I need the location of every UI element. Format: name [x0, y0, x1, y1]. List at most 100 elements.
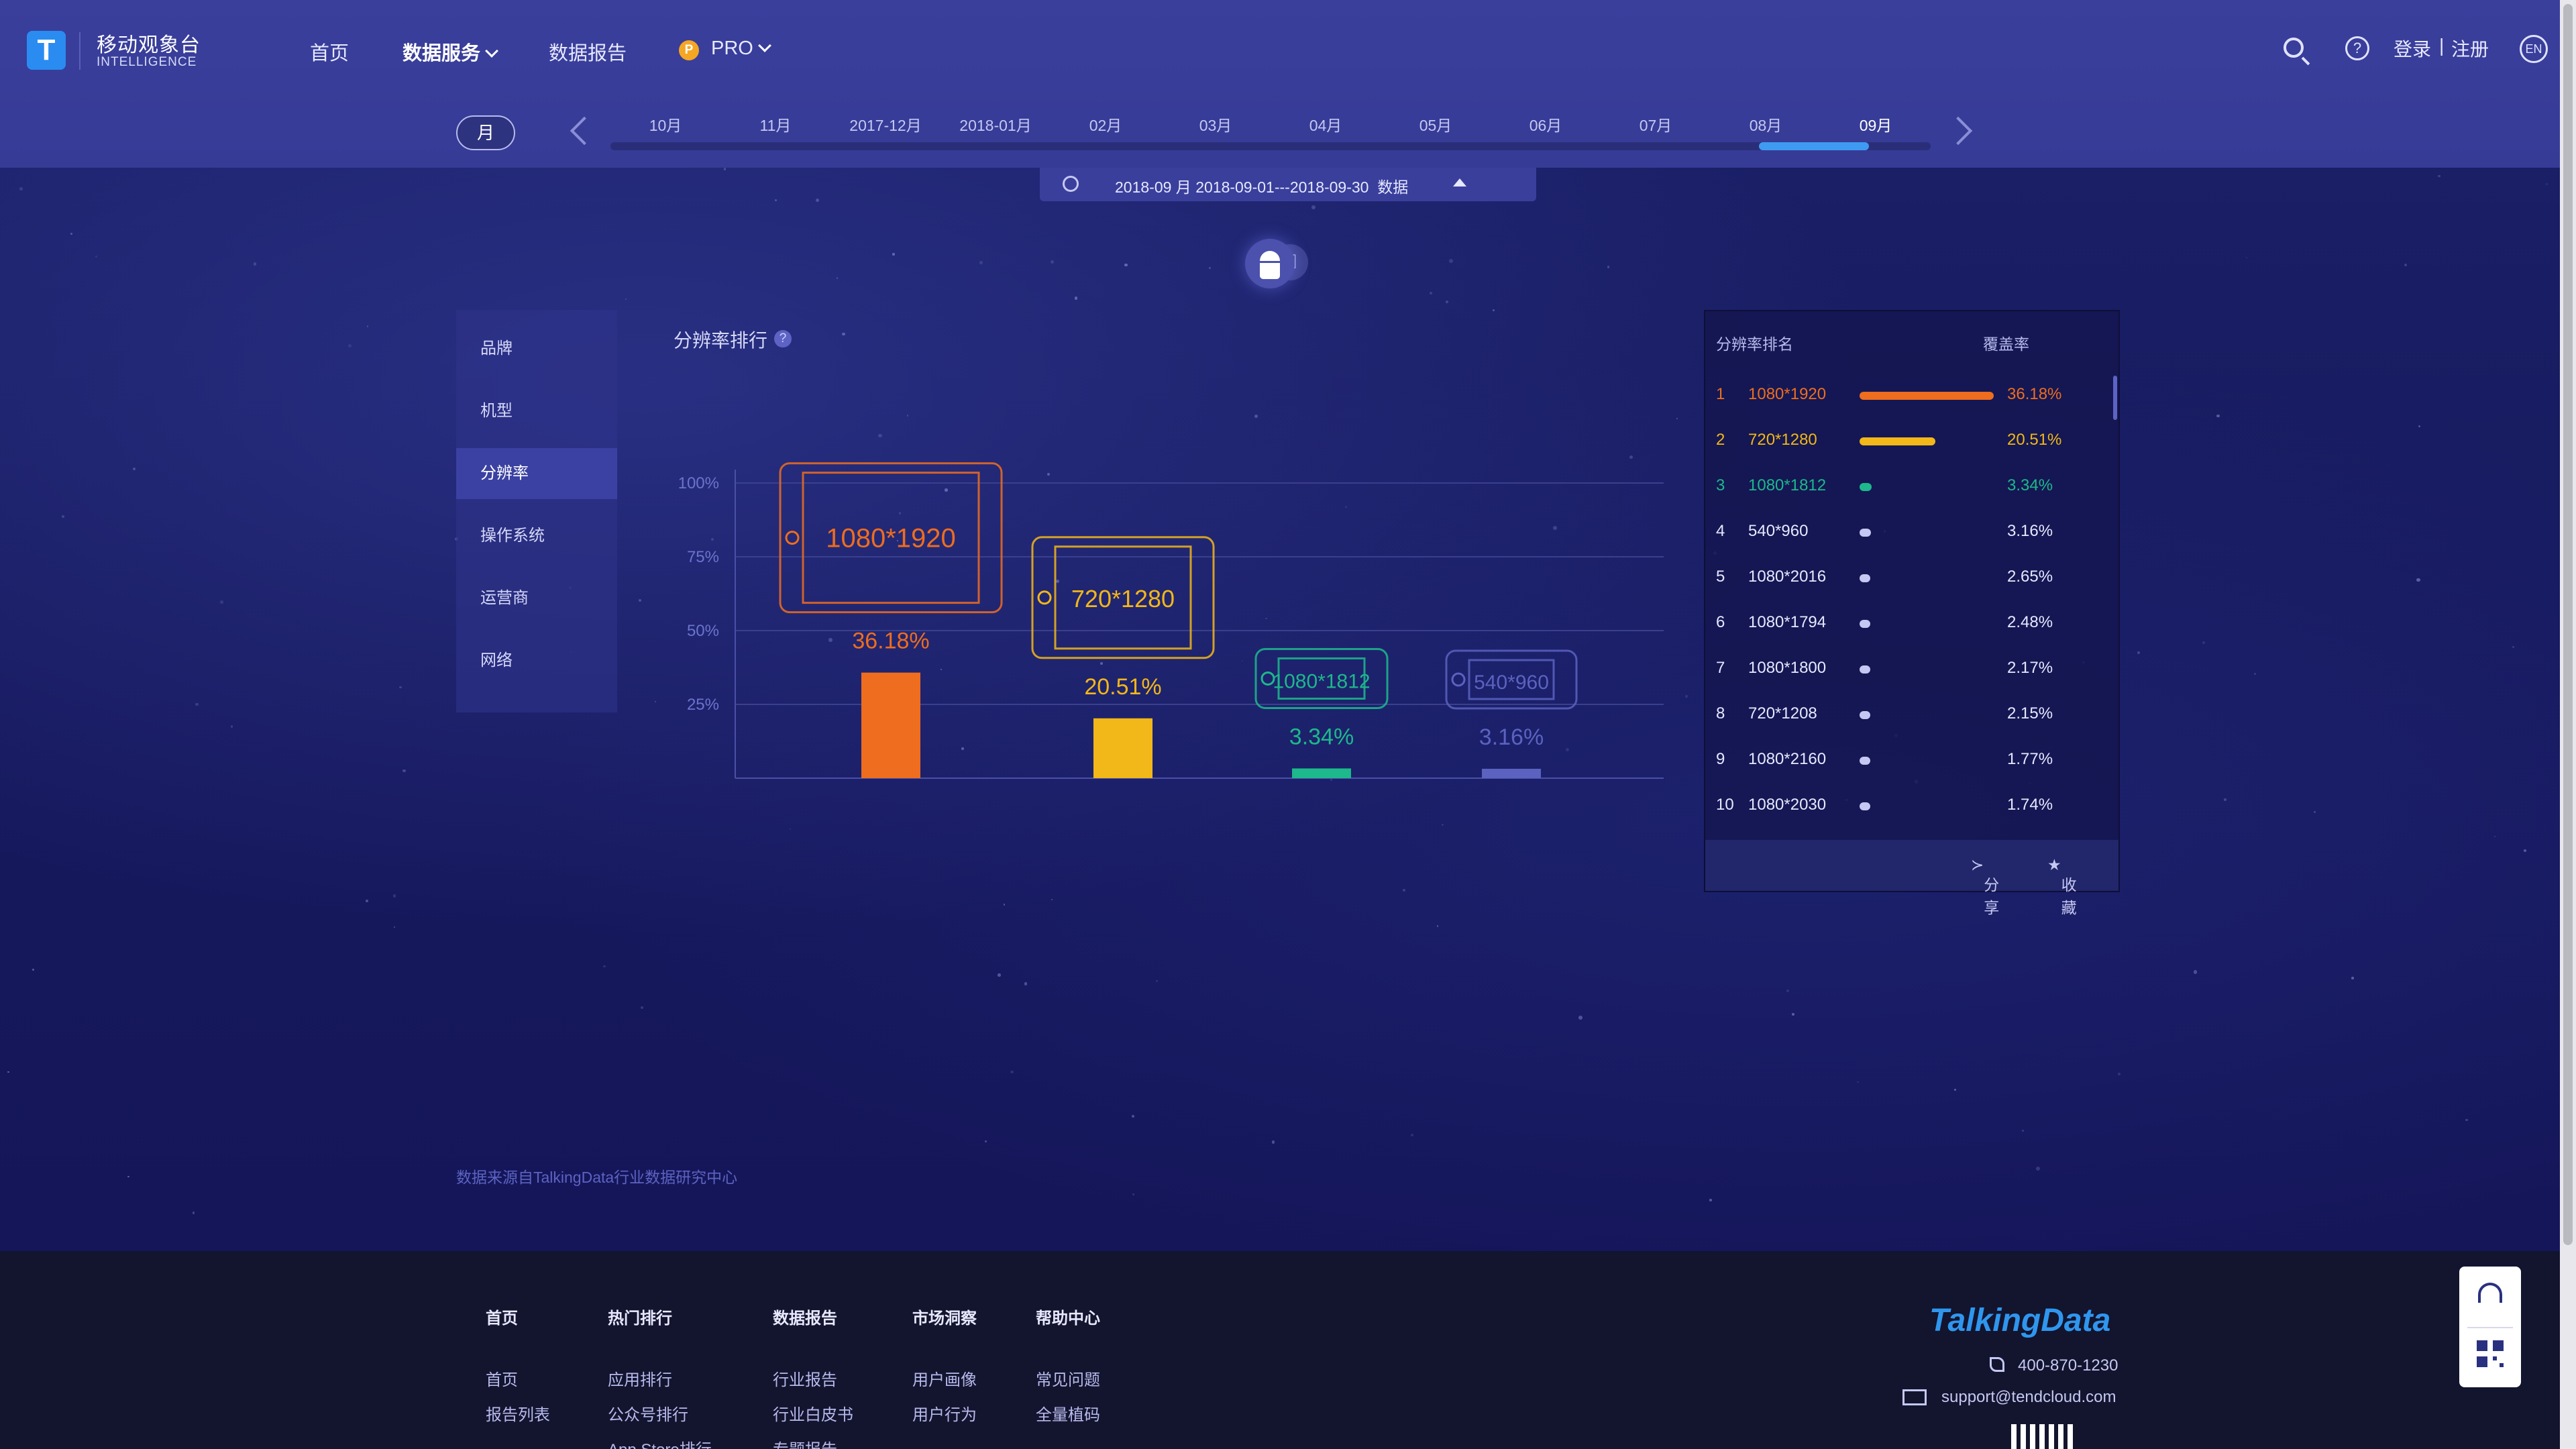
timeline-month[interactable]: 09月 [1821, 113, 1931, 136]
chevron-down-icon [485, 44, 498, 58]
talkingdata-logo[interactable]: TalkingData [1929, 1302, 2110, 1339]
caret-up-icon [1453, 178, 1466, 186]
ranking-row[interactable]: 4 540*960 3.16% [1705, 508, 2108, 554]
menu-item-network[interactable]: 网络 [456, 635, 617, 686]
footer-link[interactable]: 全量植码 [1036, 1401, 1100, 1425]
star-dot [979, 261, 983, 264]
bar [1482, 769, 1541, 778]
footer-link[interactable]: App Store排行 [608, 1436, 712, 1449]
chevron-left-icon[interactable] [570, 116, 599, 146]
login-link[interactable]: 登录 [2394, 35, 2431, 62]
page-scrollbar-thumb[interactable] [2563, 4, 2573, 1245]
ranking-rate: 2.15% [2007, 704, 2053, 722]
ranking-row[interactable]: 3 1080*1812 3.34% [1705, 463, 2108, 508]
date-range-tab[interactable]: 2018-09 月 2018-09-01---2018-09-30 数据 [1040, 168, 1536, 201]
search-icon[interactable] [2284, 38, 2304, 58]
ranking-index: 4 [1716, 522, 1725, 540]
timeline-month[interactable]: 10月 [610, 113, 720, 136]
help-icon[interactable]: ? [2345, 36, 2369, 60]
y-tick-label: 100% [678, 474, 719, 492]
ranking-index: 5 [1716, 568, 1725, 586]
nav-home[interactable]: 首页 [310, 38, 349, 66]
star-dot [1954, 1089, 1957, 1091]
ranking-row[interactable]: 7 1080*1800 2.17% [1705, 645, 2108, 691]
footer-link[interactable]: 应用排行 [608, 1366, 672, 1390]
footer-link[interactable]: 用户画像 [912, 1366, 977, 1390]
footer-link[interactable]: 用户行为 [912, 1401, 977, 1425]
footer-link[interactable]: 首页 [486, 1366, 518, 1390]
favorite-button[interactable]: ★ 收藏 [2047, 856, 2077, 916]
footer-link[interactable]: 公众号排行 [608, 1401, 688, 1425]
register-link[interactable]: 注册 [2451, 35, 2489, 62]
page-scrollbar[interactable] [2560, 0, 2576, 1449]
timeline-month[interactable]: 2017-12月 [830, 113, 941, 136]
menu-item-resolution[interactable]: 分辨率 [456, 448, 617, 499]
nav-pro[interactable]: PRO [711, 38, 771, 60]
share-label: 分享 [1984, 876, 2000, 916]
star-dot [625, 299, 627, 301]
menu-item-os[interactable]: 操作系统 [456, 511, 617, 561]
star-dot [1050, 260, 1055, 264]
timeline-month[interactable]: 08月 [1711, 113, 1821, 136]
footer-link[interactable]: 行业报告 [773, 1366, 837, 1390]
headset-icon[interactable] [2478, 1283, 2502, 1303]
menu-item-brand[interactable]: 品牌 [456, 323, 617, 374]
app-title[interactable]: 移动观象台 [97, 28, 201, 58]
chevron-right-icon[interactable] [1943, 116, 1973, 146]
timeline-month[interactable]: 03月 [1161, 113, 1271, 136]
ranking-header-resolution: 分辨率排名 [1716, 335, 1793, 353]
os-toggle[interactable]:  [1245, 232, 1319, 291]
footer-email[interactable]: support@tendcloud.com [1941, 1388, 2116, 1407]
nav-data-report[interactable]: 数据报告 [549, 38, 627, 66]
ranking-index: 1 [1716, 385, 1725, 403]
star-dot [1446, 301, 1449, 304]
star-dot [1156, 980, 1158, 982]
android-icon[interactable] [1245, 239, 1295, 288]
footer-link[interactable]: 常见问题 [1036, 1366, 1100, 1390]
ranking-row[interactable]: 5 1080*2016 2.65% [1705, 554, 2108, 600]
footer-link[interactable]: 专题报告 [773, 1436, 837, 1449]
footer-column-title: 首页 [486, 1309, 518, 1328]
qr-code-image [2011, 1424, 2074, 1449]
star-dot [195, 702, 199, 706]
star-dot [1492, 309, 1495, 312]
menu-item-carrier[interactable]: 运营商 [456, 573, 617, 624]
ranking-rate: 1.74% [2007, 796, 2053, 814]
star-dot [2246, 256, 2248, 258]
timeline-month[interactable]: 07月 [1601, 113, 1711, 136]
language-switch[interactable]: EN [2520, 35, 2548, 63]
ranking-rate: 3.16% [2007, 522, 2053, 540]
ranking-row[interactable]: 10 1080*2030 1.74% [1705, 782, 2108, 828]
footer-link[interactable]: 报告列表 [486, 1401, 550, 1425]
qr-code-icon[interactable] [2477, 1340, 2504, 1367]
ranking-row[interactable]: 6 1080*1794 2.48% [1705, 600, 2108, 645]
menu-item-model[interactable]: 机型 [456, 386, 617, 437]
category-label: 1080*1920 [826, 524, 956, 553]
help-icon[interactable]: ? [774, 330, 792, 347]
logo-icon[interactable]: T [27, 31, 66, 70]
ranking-bar [1860, 574, 1870, 582]
footer-column-title: 市场洞察 [912, 1309, 977, 1328]
ranking-index: 6 [1716, 613, 1725, 631]
ranking-row[interactable]: 8 720*1208 2.15% [1705, 691, 2108, 737]
timeline-track[interactable] [610, 142, 1931, 150]
category-menu: 品牌 机型 分辨率 操作系统 运营商 网络 [456, 310, 617, 712]
nav-data-service[interactable]: 数据服务 [402, 38, 498, 66]
timeline-month[interactable]: 06月 [1491, 113, 1601, 136]
timeline-month[interactable]: 04月 [1271, 113, 1381, 136]
period-mode-button[interactable]: 月 [456, 115, 515, 150]
share-button[interactable]: ≻ 分享 [1971, 856, 1999, 916]
footer-link[interactable]: 行业白皮书 [773, 1401, 853, 1425]
timeline-month[interactable]: 02月 [1051, 113, 1161, 136]
timeline-month[interactable]: 11月 [720, 113, 830, 136]
nav-data-service-label: 数据服务 [402, 43, 481, 64]
ranking-row[interactable]: 2 720*1280 20.51% [1705, 417, 2108, 463]
timeline-month[interactable]: 05月 [1381, 113, 1491, 136]
ranking-index: 3 [1716, 476, 1725, 494]
ranking-scrollbar[interactable] [2113, 376, 2117, 420]
ranking-row[interactable]: 9 1080*2160 1.77% [1705, 737, 2108, 782]
ranking-row[interactable]: 1 1080*1920 36.18% [1705, 372, 2108, 417]
mail-icon [1902, 1389, 1927, 1405]
star-dot [639, 599, 642, 602]
timeline-month[interactable]: 2018-01月 [941, 113, 1051, 136]
